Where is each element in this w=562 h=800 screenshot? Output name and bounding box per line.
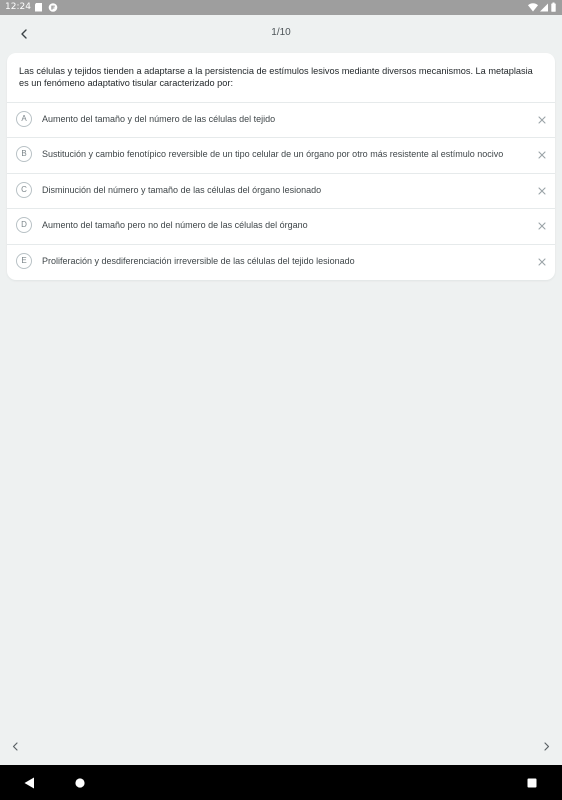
dismiss-option-button[interactable] xyxy=(536,149,548,161)
answer-option-c[interactable]: C Disminución del número y tamaño de las… xyxy=(7,173,555,208)
close-icon xyxy=(538,187,546,195)
dismiss-option-button[interactable] xyxy=(536,220,548,232)
status-bar: 12:24 xyxy=(0,0,562,15)
close-icon xyxy=(538,222,546,230)
question-text: Las células y tejidos tienden a adaptars… xyxy=(19,66,533,88)
option-text: Proliferación y desdiferenciación irreve… xyxy=(42,256,355,266)
wifi-icon xyxy=(528,3,538,12)
sd-card-icon xyxy=(35,3,42,12)
dismiss-option-button[interactable] xyxy=(536,256,548,268)
option-letter-badge: A xyxy=(16,111,32,127)
recents-square-icon xyxy=(527,778,537,788)
system-nav-bar xyxy=(0,765,562,800)
option-letter-badge: D xyxy=(16,217,32,233)
option-letter-badge: B xyxy=(16,146,32,162)
battery-icon xyxy=(551,2,556,12)
signal-icon xyxy=(540,3,548,12)
status-left-icons xyxy=(35,3,61,12)
app-notification-icon xyxy=(48,3,58,12)
chevron-right-icon xyxy=(544,741,550,751)
previous-question-button[interactable] xyxy=(7,738,23,754)
close-icon xyxy=(538,258,546,266)
option-text: Aumento del tamaño y del número de las c… xyxy=(42,114,276,124)
option-letter-badge: C xyxy=(16,182,32,198)
system-recents-button[interactable] xyxy=(524,775,540,791)
app-header: 1/10 xyxy=(0,15,562,53)
chevron-left-icon xyxy=(12,741,18,751)
dismiss-option-button[interactable] xyxy=(536,114,548,126)
answer-option-e[interactable]: E Proliferación y desdiferenciación irre… xyxy=(7,244,555,279)
question-progress: 1/10 xyxy=(271,27,291,38)
home-circle-icon xyxy=(75,778,85,788)
answer-option-a[interactable]: A Aumento del tamaño y del número de las… xyxy=(7,102,555,137)
option-text: Sustitución y cambio fenotípico reversib… xyxy=(42,149,504,159)
answer-option-d[interactable]: D Aumento del tamaño pero no del número … xyxy=(7,208,555,243)
system-home-button[interactable] xyxy=(72,775,88,791)
option-text: Disminución del número y tamaño de las c… xyxy=(42,185,322,195)
status-right-icons xyxy=(528,2,558,13)
option-text: Aumento del tamaño pero no del número de… xyxy=(42,220,308,230)
status-time: 12:24 xyxy=(5,2,31,12)
next-question-button[interactable] xyxy=(539,738,555,754)
answer-option-b[interactable]: B Sustitución y cambio fenotípico revers… xyxy=(7,137,555,172)
back-triangle-icon xyxy=(24,777,34,789)
dismiss-option-button[interactable] xyxy=(536,185,548,197)
close-icon xyxy=(538,151,546,159)
option-letter-badge: E xyxy=(16,253,32,269)
close-icon xyxy=(538,116,546,124)
system-back-button[interactable] xyxy=(21,775,37,791)
question-card: Las células y tejidos tienden a adaptars… xyxy=(7,53,555,280)
